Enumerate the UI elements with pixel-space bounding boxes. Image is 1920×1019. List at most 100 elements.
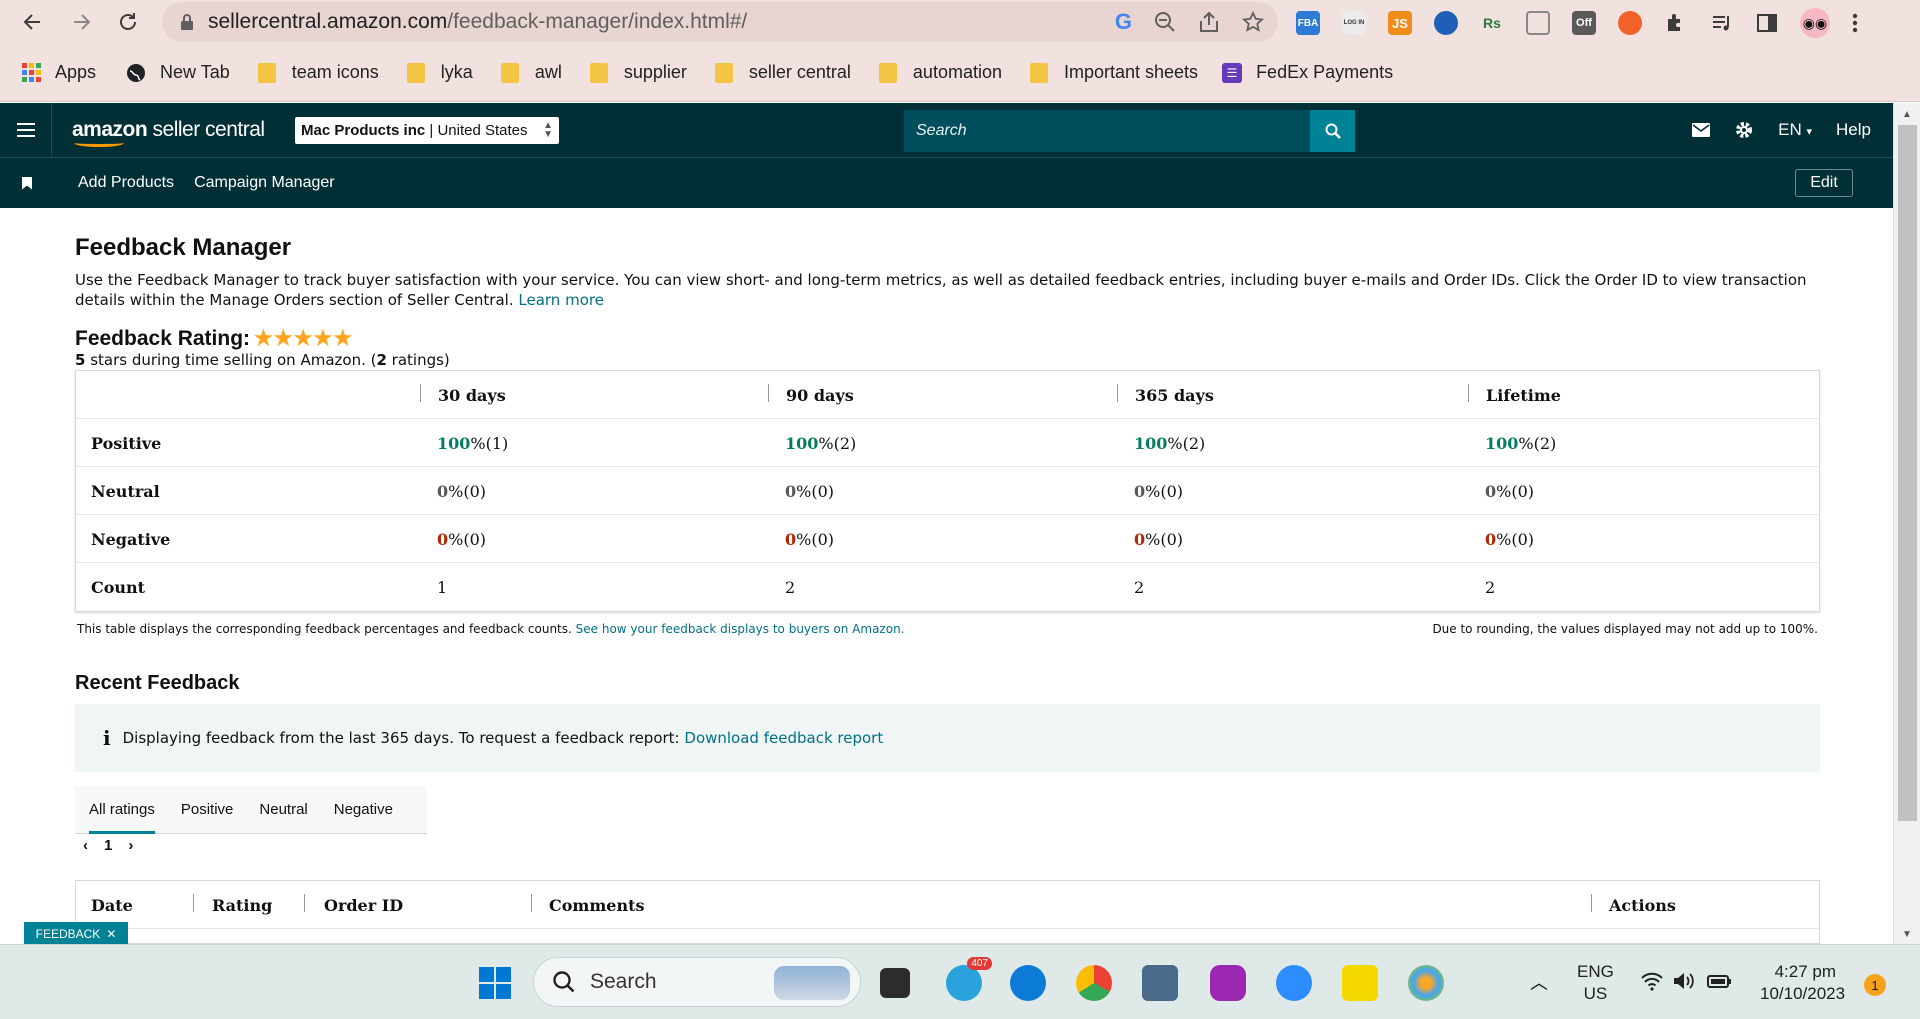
firefox-extension-icon[interactable] xyxy=(1618,11,1642,35)
feedback-widget-button[interactable]: FEEDBACK ✕ xyxy=(24,922,128,946)
bookmark-team-icons[interactable]: team icons xyxy=(257,62,379,83)
windows-taskbar: Search 407 ︿ ENG US 4:27 pm 10/10/2023 1 xyxy=(0,944,1920,1019)
taskbar-search[interactable]: Search xyxy=(533,957,861,1007)
volume-icon[interactable] xyxy=(1672,971,1696,991)
metric-cell: 100 %(1) xyxy=(437,433,509,453)
sticky-notes-icon[interactable] xyxy=(1342,965,1378,1001)
page-scrollbar[interactable]: ▲ ▼ xyxy=(1893,103,1920,944)
language-selector[interactable]: EN ▾ xyxy=(1778,120,1812,140)
recent-feedback-title: Recent Feedback xyxy=(75,672,240,694)
address-bar[interactable]: sellercentral.amazon.com/feedback-manage… xyxy=(162,2,1278,42)
close-icon[interactable]: ✕ xyxy=(106,927,116,941)
buyer-display-link[interactable]: See how your feedback displays to buyers… xyxy=(576,622,905,636)
wps-office-icon[interactable] xyxy=(1210,965,1246,1001)
rating-summary: 5 stars during time selling on Amazon. (… xyxy=(75,351,450,369)
notification-badge[interactable]: 1 xyxy=(1864,974,1886,996)
tab-all-ratings[interactable]: All ratings xyxy=(89,786,155,834)
puzzle-icon[interactable] xyxy=(1664,11,1688,35)
bookmark-automation[interactable]: automation xyxy=(878,62,1002,83)
column-header: Comments xyxy=(549,895,645,915)
bookmark-apps[interactable]: Apps xyxy=(22,62,96,83)
bookmark-lyka[interactable]: lyka xyxy=(406,62,473,83)
bookmark-supplier[interactable]: supplier xyxy=(589,62,687,83)
edge-icon[interactable] xyxy=(1010,965,1046,1001)
help-link[interactable]: Help xyxy=(1836,120,1871,140)
reload-icon[interactable] xyxy=(114,8,142,36)
login-extension-icon[interactable]: LOG IN xyxy=(1342,11,1366,35)
scroll-up-icon[interactable]: ▲ xyxy=(1902,109,1912,120)
tab-positive[interactable]: Positive xyxy=(181,786,234,834)
system-clock[interactable]: 4:27 pm 10/10/2023 xyxy=(1760,961,1845,1005)
calculator-icon[interactable] xyxy=(1142,965,1178,1001)
wifi-icon[interactable] xyxy=(1640,971,1664,991)
bookmark-label: automation xyxy=(912,62,1002,82)
bookmark-important-sheets[interactable]: Important sheets xyxy=(1029,62,1199,83)
folder-icon xyxy=(406,62,425,83)
scrollbar-thumb[interactable] xyxy=(1898,125,1917,821)
zoom-icon[interactable] xyxy=(1276,965,1312,1001)
chevron-right-icon[interactable]: › xyxy=(128,837,133,854)
menu-dots-icon[interactable] xyxy=(1852,12,1858,34)
mail-icon[interactable] xyxy=(1692,123,1711,137)
js-extension-icon[interactable]: JS xyxy=(1388,11,1412,35)
nav-add-products[interactable]: Add Products xyxy=(78,174,174,192)
bookmark-label: seller central xyxy=(748,62,851,82)
metric-cell: 100 %(2) xyxy=(785,433,857,453)
search-input[interactable]: Search xyxy=(904,110,1310,152)
hex-extension-icon[interactable] xyxy=(1526,11,1550,35)
seller-central-header: amazon seller central Mac Products inc |… xyxy=(0,103,1893,157)
star-rating-icon: ★★★★★ xyxy=(254,327,354,350)
zoom-out-icon[interactable] xyxy=(1154,11,1176,33)
off-extension-icon[interactable]: Off xyxy=(1572,11,1596,35)
column-header: Rating xyxy=(212,895,273,915)
profile-avatar[interactable]: ◉◉ xyxy=(1800,8,1830,38)
folder-icon xyxy=(1029,62,1048,83)
back-arrow-icon[interactable] xyxy=(18,8,46,36)
bookmark-label: Important sheets xyxy=(1063,62,1199,82)
tab-negative[interactable]: Negative xyxy=(334,786,393,834)
bookmark-label: New Tab xyxy=(160,62,230,82)
feedback-metrics-table: 30 days 90 days 365 days Lifetime Positi… xyxy=(75,370,1820,612)
task-view-icon[interactable] xyxy=(880,968,910,998)
paint-icon[interactable] xyxy=(1408,965,1444,1001)
search-button[interactable] xyxy=(1310,110,1355,152)
share-icon[interactable] xyxy=(1198,11,1220,33)
bookmark-fedex-payments[interactable]: ☰ FedEx Payments xyxy=(1222,62,1393,83)
search-icon xyxy=(553,971,575,993)
side-panel-icon[interactable] xyxy=(1756,12,1778,34)
telegram-icon[interactable]: 407 xyxy=(946,957,992,1001)
learn-more-link[interactable]: Learn more xyxy=(518,291,604,309)
chevron-left-icon[interactable]: ‹ xyxy=(83,837,88,854)
chrome-icon[interactable] xyxy=(1076,965,1112,1001)
fba-extension-icon[interactable]: FBA xyxy=(1296,11,1320,35)
bookmark-new-tab[interactable]: New Tab xyxy=(126,62,230,83)
edit-button[interactable]: Edit xyxy=(1795,169,1853,197)
bookmark-seller-central[interactable]: seller central xyxy=(714,62,851,83)
rs-extension-icon[interactable]: Rs xyxy=(1480,11,1504,35)
bookmark-awl[interactable]: awl xyxy=(500,62,562,83)
google-icon[interactable]: G xyxy=(1115,9,1132,35)
gear-icon[interactable] xyxy=(1734,120,1754,140)
scroll-down-icon[interactable]: ▼ xyxy=(1902,929,1912,940)
forward-arrow-icon[interactable] xyxy=(68,8,96,36)
account-switcher[interactable]: Mac Products inc | United States ▲ ▼ xyxy=(295,117,559,144)
tab-neutral[interactable]: Neutral xyxy=(259,786,307,834)
bookmark-star-icon[interactable] xyxy=(1242,11,1264,33)
metric-cell: 0 %(0) xyxy=(1134,529,1184,549)
bookmark-icon[interactable] xyxy=(22,176,32,190)
hamburger-menu-icon[interactable] xyxy=(0,103,52,157)
bookmark-label: awl xyxy=(534,62,562,82)
nav-campaign-manager[interactable]: Campaign Manager xyxy=(194,174,335,192)
download-feedback-report-link[interactable]: Download feedback report xyxy=(684,729,883,747)
chevron-up-icon[interactable]: ︿ xyxy=(1530,969,1548,995)
settings-extension-icon[interactable] xyxy=(1434,11,1458,35)
bookmark-label: Apps xyxy=(55,62,97,82)
page-number[interactable]: 1 xyxy=(104,837,112,854)
windows-start-icon[interactable] xyxy=(477,965,513,1001)
extension-tray: FBA LOG IN JS Rs Off ◉◉ xyxy=(1296,8,1858,38)
battery-icon[interactable] xyxy=(1706,971,1732,991)
language-indicator[interactable]: ENG US xyxy=(1577,961,1614,1005)
bookmarks-bar: Apps New Tab team icons lyka awl supplie… xyxy=(0,44,1920,102)
media-control-icon[interactable] xyxy=(1710,11,1734,35)
metric-cell: 0 %(0) xyxy=(785,529,835,549)
